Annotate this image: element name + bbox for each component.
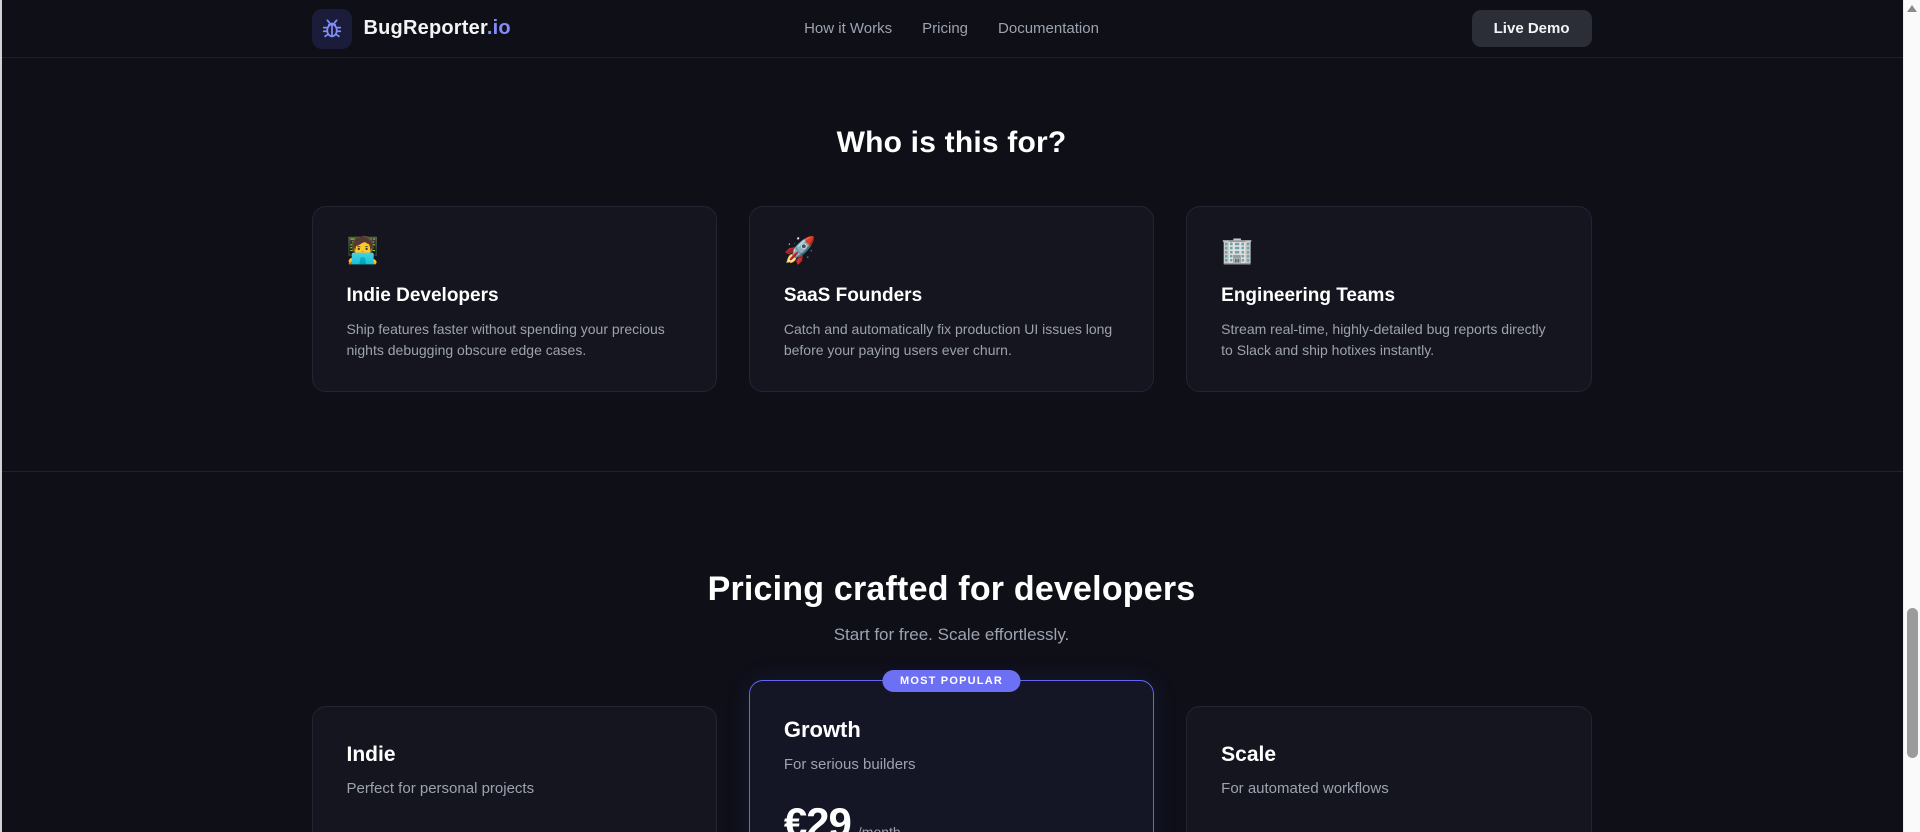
audience-card-description: Stream real-time, highly-detailed bug re… (1221, 321, 1546, 358)
plan-price: €29 (783, 799, 852, 832)
plan-card-indie: Indie Perfect for personal projects €0 (311, 706, 717, 832)
plan-card-growth: MOST POPULAR Growth For serious builders… (748, 670, 1155, 832)
bug-icon (311, 8, 352, 49)
brand-name: BugReporter.io (363, 17, 511, 39)
pricing-section: Pricing crafted for developers Start for… (0, 472, 1903, 832)
audience-card-engineering-teams: 🏢 Engineering Teams Stream real-time, hi… (1186, 206, 1592, 392)
page-viewport: BugReporter.io How it Works Pricing Docu… (0, 0, 1903, 832)
audience-section-title: Who is this for? (836, 126, 1067, 159)
pricing-section-subtitle: Start for free. Scale effortlessly. (833, 625, 1070, 644)
brand-tld: .io (486, 17, 511, 39)
plan-tagline: Perfect for personal projects (346, 780, 535, 797)
office-building-emoji-icon: 🏢 (1221, 235, 1254, 265)
scrollbar-up-arrow[interactable] (1904, 0, 1920, 17)
pricing-section-title: Pricing crafted for developers (707, 570, 1196, 608)
plan-price: €0 (347, 823, 393, 832)
brand-logo[interactable]: BugReporter.io (311, 8, 511, 49)
nav-link-how-it-works[interactable]: How it Works (804, 20, 892, 37)
window-left-edge (0, 0, 2, 832)
live-demo-button[interactable]: Live Demo (1471, 10, 1592, 47)
plan-name: Growth (783, 717, 861, 742)
audience-card-indie-developers: 🧑‍💻 Indie Developers Ship features faste… (311, 206, 717, 392)
plan-period: /month (857, 824, 901, 832)
pricing-card-grid: Indie Perfect for personal projects €0 M… (311, 670, 1592, 832)
nav-links: How it Works Pricing Documentation (804, 20, 1099, 37)
audience-card-title: Indie Developers (346, 285, 499, 306)
audience-card-description: Catch and automatically fix production U… (783, 321, 1113, 358)
plan-tagline: For serious builders (783, 756, 916, 773)
audience-card-saas-founders: 🚀 SaaS Founders Catch and automatically … (748, 206, 1155, 392)
technologist-emoji-icon: 🧑‍💻 (346, 235, 379, 265)
audience-card-title: Engineering Teams (1221, 285, 1396, 306)
plan-card-scale: Scale For automated workflows €79 (1186, 706, 1592, 832)
audience-card-description: Ship features faster without spending yo… (346, 321, 665, 358)
plan-price: €79 (1221, 823, 1289, 832)
audience-section: Who is this for? 🧑‍💻 Indie Developers Sh… (0, 58, 1903, 472)
scrollbar-track[interactable] (1903, 0, 1920, 832)
nav-link-documentation[interactable]: Documentation (998, 20, 1099, 37)
scrollbar-thumb[interactable] (1907, 608, 1918, 758)
nav-link-pricing[interactable]: Pricing (922, 20, 968, 37)
audience-card-title: SaaS Founders (783, 285, 923, 306)
plan-tagline: For automated workflows (1221, 780, 1389, 797)
plan-name: Indie (346, 743, 396, 766)
rocket-emoji-icon: 🚀 (783, 235, 817, 265)
most-popular-badge: MOST POPULAR (882, 670, 1020, 692)
navbar: BugReporter.io How it Works Pricing Docu… (0, 0, 1903, 58)
plan-name: Scale (1221, 743, 1277, 766)
up-arrow-icon (1907, 5, 1917, 12)
audience-card-grid: 🧑‍💻 Indie Developers Ship features faste… (311, 206, 1592, 392)
